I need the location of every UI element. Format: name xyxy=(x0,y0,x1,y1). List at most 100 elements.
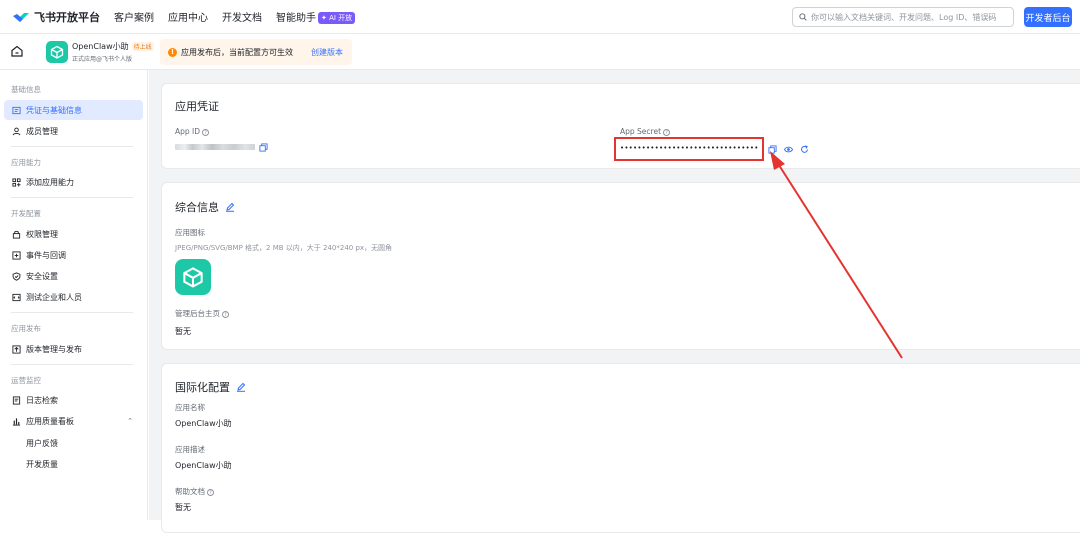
icon-label: 应用图标 xyxy=(175,228,205,237)
nav-app-center[interactable]: 应用中心 xyxy=(168,9,208,24)
icon-hint: JPEG/PNG/SVG/BMP 格式，2 MB 以内，大于 240*240 p… xyxy=(175,244,393,252)
create-version-link[interactable]: 创建版本 xyxy=(311,47,343,58)
app-name: OpenClaw小助 待上线 xyxy=(72,41,154,52)
feishu-logo-icon xyxy=(13,12,29,22)
shield-icon xyxy=(12,271,21,281)
search-input[interactable] xyxy=(811,12,1011,22)
app-secret-value: •••••••••••••••••••••••••••••••• xyxy=(620,144,759,152)
sidebar-item-events[interactable]: 事件与回调 xyxy=(4,245,143,265)
sidebar-item-add-capability[interactable]: 添加应用能力 xyxy=(4,172,143,192)
help-icon[interactable]: ? xyxy=(663,129,671,136)
sidebar-item-logs[interactable]: 日志检索 xyxy=(4,390,143,410)
home-icon[interactable] xyxy=(10,44,24,58)
nav-dev-docs[interactable]: 开发文档 xyxy=(222,9,262,24)
lock-icon xyxy=(12,230,21,239)
developer-console-button[interactable]: 开发者后台 xyxy=(1024,7,1072,27)
app-icon xyxy=(46,41,68,63)
app-name-label: 应用名称 xyxy=(175,403,205,412)
help-icon[interactable]: ? xyxy=(222,311,229,318)
help-icon[interactable]: ? xyxy=(207,489,214,496)
help-doc-value: 暂无 xyxy=(175,503,191,512)
sidebar-item-label: 安全设置 xyxy=(26,271,58,281)
general-info-card: 综合信息 应用图标 JPEG/PNG/SVG/BMP 格式，2 MB 以内，大于… xyxy=(161,182,1080,350)
credentials-card: 应用凭证 App ID? App Secret? •••••••••••••••… xyxy=(161,83,1080,169)
i18n-title: 国际化配置 xyxy=(175,379,246,395)
grid-add-icon xyxy=(12,177,21,187)
help-doc-label: 帮助文档? xyxy=(175,486,214,497)
upload-icon xyxy=(12,344,21,354)
app-name-value: OpenClaw小助 xyxy=(175,419,232,428)
ai-badge: ✦ AI 开放 xyxy=(318,12,356,24)
sidebar-divider xyxy=(11,146,133,147)
sidebar-item-label: 权限管理 xyxy=(26,229,58,239)
bar-chart-icon xyxy=(12,417,21,426)
general-title-text: 综合信息 xyxy=(175,201,219,214)
sidebar-item-label: 测试企业和人员 xyxy=(26,292,82,302)
sidebar-item-security[interactable]: 安全设置 xyxy=(4,266,143,286)
credentials-title: 应用凭证 xyxy=(175,100,219,113)
app-icon-large[interactable] xyxy=(175,259,211,295)
sidebar-item-label: 版本管理与发布 xyxy=(26,344,82,354)
help-icon[interactable]: ? xyxy=(202,129,210,136)
copy-icon[interactable] xyxy=(259,143,268,152)
search-box[interactable] xyxy=(792,7,1014,27)
sidebar-group-release: 应用发布 xyxy=(11,324,41,333)
sidebar-group-basic: 基础信息 xyxy=(11,85,41,94)
app-header-bar: OpenClaw小助 待上线 正式应用@飞书个人版 ! 应用发布后，当前配置方可生… xyxy=(0,34,1080,70)
nav-ai-assistant-label: 智能助手 xyxy=(276,13,316,24)
app-id-label-text: App ID xyxy=(175,127,201,136)
copy-icon[interactable] xyxy=(768,145,777,154)
sidebar-item-label: 凭证与基础信息 xyxy=(26,105,82,115)
sidebar-group-capability: 应用能力 xyxy=(11,158,41,167)
sidebar-item-members[interactable]: 成员管理 xyxy=(4,121,143,141)
main-content: 应用凭证 App ID? App Secret? •••••••••••••••… xyxy=(149,70,1080,533)
app-desc-label: 应用描述 xyxy=(175,445,205,454)
sidebar-item-label: 成员管理 xyxy=(26,126,58,136)
nav-ai-assistant[interactable]: 智能助手 ✦ AI 开放 xyxy=(276,9,356,24)
sidebar-item-label: 事件与回调 xyxy=(26,250,66,260)
notice-text: 应用发布后，当前配置方可生效 xyxy=(181,47,293,57)
general-title: 综合信息 xyxy=(175,199,235,215)
edit-icon[interactable] xyxy=(225,202,235,212)
user-icon xyxy=(12,127,21,135)
sidebar-item-credentials[interactable]: 凭证与基础信息 xyxy=(4,100,143,120)
homepage-label-text: 管理后台主页 xyxy=(175,309,220,318)
sidebar-item-label: 应用质量看板 xyxy=(26,416,74,426)
main-nav: 客户案例 应用中心 开发文档 智能助手 ✦ AI 开放 xyxy=(114,9,369,24)
event-icon xyxy=(12,250,21,260)
sidebar-subitem-feedback[interactable]: 用户反馈 xyxy=(26,438,58,449)
homepage-label: 管理后台主页? xyxy=(175,308,229,319)
test-icon xyxy=(12,293,21,301)
sidebar-item-versions[interactable]: 版本管理与发布 xyxy=(4,339,143,359)
sidebar-subitem-dev-quality[interactable]: 开发质量 xyxy=(26,459,58,470)
chevron-up-icon[interactable]: ⌃ xyxy=(127,417,133,425)
sidebar-divider xyxy=(11,197,133,198)
app-id-label: App ID? xyxy=(175,127,210,136)
brand-name: 飞书开放平台 xyxy=(34,10,100,24)
sidebar-item-permissions[interactable]: 权限管理 xyxy=(4,224,143,244)
sidebar-item-test[interactable]: 测试企业和人员 xyxy=(4,287,143,307)
search-icon xyxy=(799,13,807,21)
cube-icon xyxy=(50,45,64,59)
edit-icon[interactable] xyxy=(236,382,246,392)
app-id-value-blurred xyxy=(175,144,255,150)
sidebar: 基础信息 凭证与基础信息 成员管理 应用能力 添加应用能力 开发配置 权限管理 … xyxy=(0,70,148,520)
app-desc-value: OpenClaw小助 xyxy=(175,461,232,470)
i18n-card: 国际化配置 应用名称 OpenClaw小助 应用描述 OpenClaw小助 帮助… xyxy=(161,363,1080,533)
top-navigation-bar: 飞书开放平台 客户案例 应用中心 开发文档 智能助手✦ AI 开放 开发者后台 xyxy=(0,0,1080,34)
refresh-icon[interactable] xyxy=(800,145,809,154)
cube-icon xyxy=(183,267,203,288)
sidebar-item-label: 日志检索 xyxy=(26,395,58,405)
nav-customer-cases[interactable]: 客户案例 xyxy=(114,9,154,24)
app-subtitle: 正式应用@飞书个人版 xyxy=(72,56,133,63)
app-name-text: OpenClaw小助 xyxy=(72,42,129,51)
sidebar-item-quality[interactable]: 应用质量看板 ⌃ xyxy=(4,411,143,431)
i18n-title-text: 国际化配置 xyxy=(175,381,230,394)
warning-icon: ! xyxy=(168,47,177,57)
eye-icon[interactable] xyxy=(784,145,793,154)
brand-logo[interactable]: 飞书开放平台 xyxy=(12,9,108,25)
app-secret-label: App Secret? xyxy=(620,127,671,136)
credentials-icon xyxy=(12,106,21,114)
sidebar-group-ops: 运营监控 xyxy=(11,376,41,385)
release-notice: ! 应用发布后，当前配置方可生效 创建版本 xyxy=(160,39,352,65)
